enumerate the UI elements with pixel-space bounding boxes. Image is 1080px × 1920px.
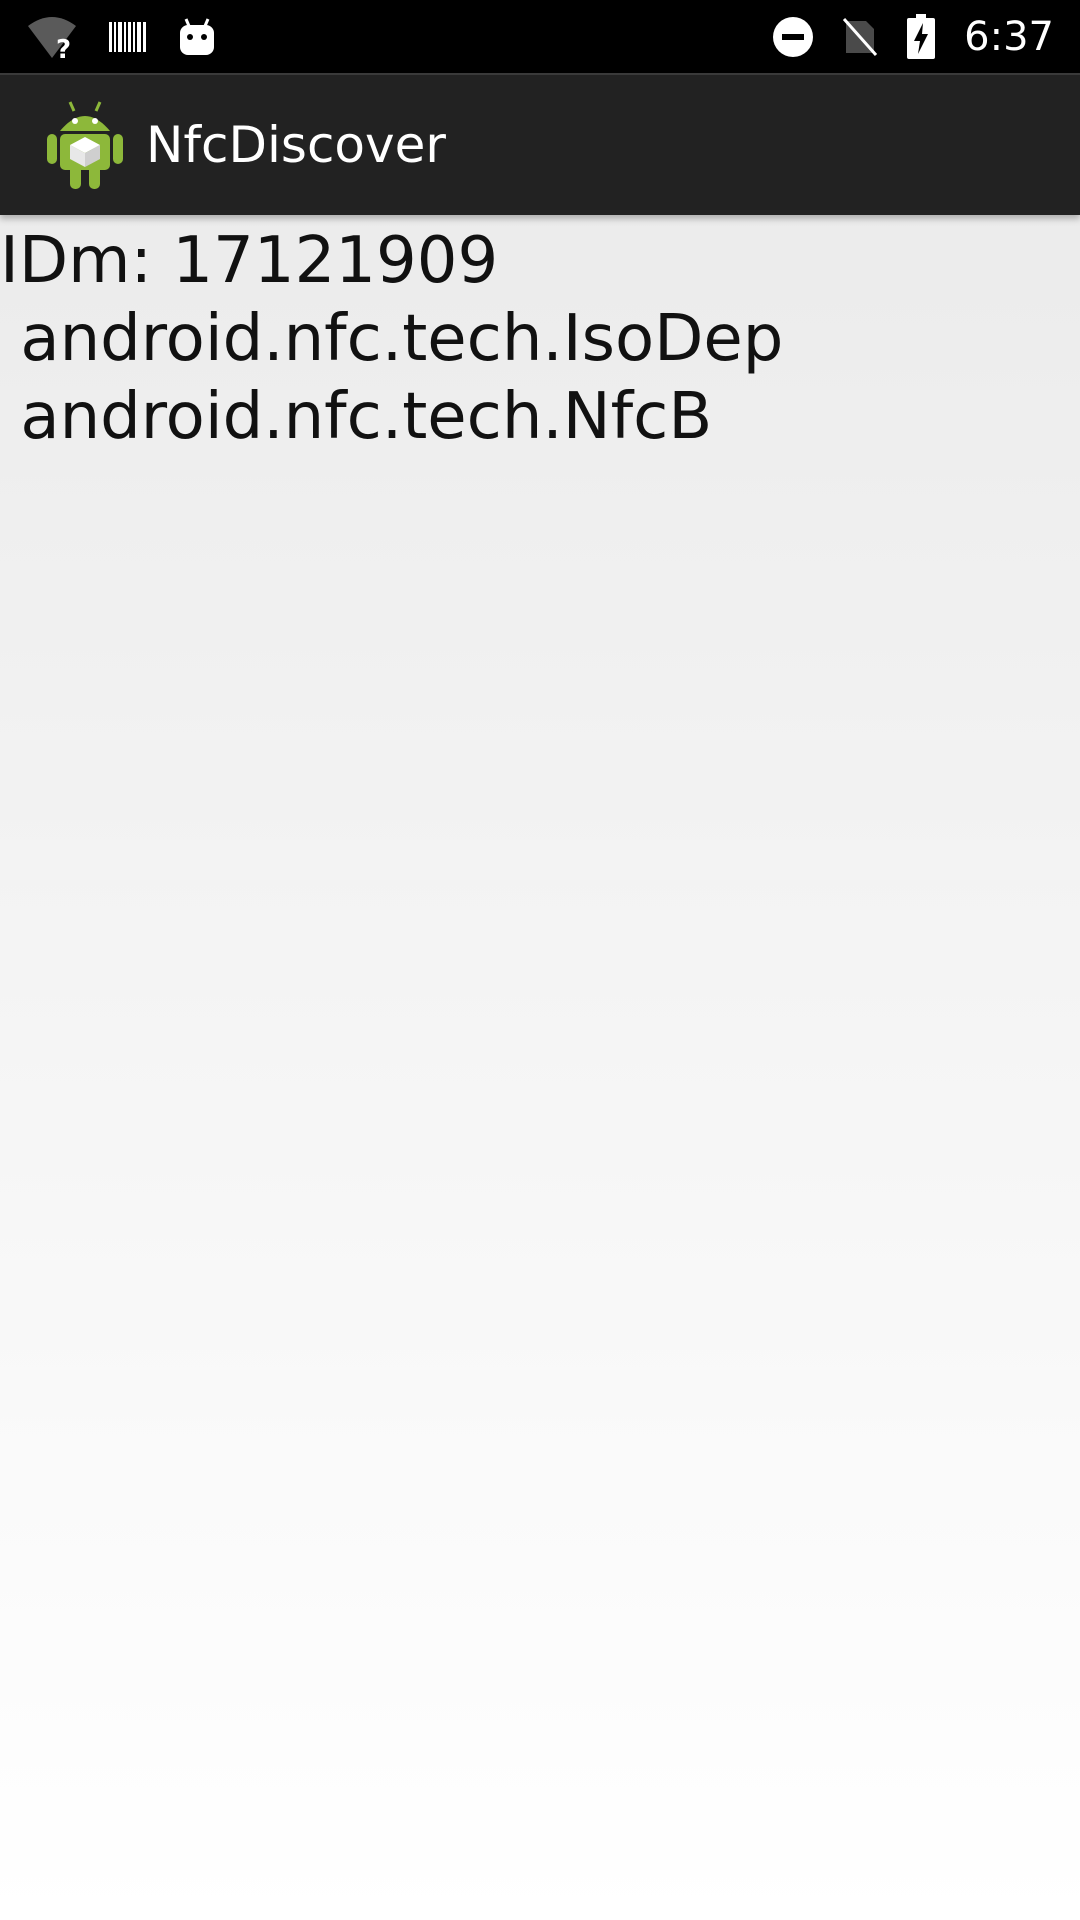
wifi-question-icon: ? <box>28 16 76 60</box>
action-bar: NfcDiscover <box>0 73 1080 215</box>
battery-charging-icon <box>907 13 936 59</box>
no-sim-icon <box>843 17 878 56</box>
do-not-disturb-icon <box>773 16 814 57</box>
android-app-icon[interactable] <box>44 99 126 191</box>
app-title: NfcDiscover <box>146 116 446 174</box>
content-area: IDm: 17121909 android.nfc.tech.IsoDep an… <box>0 222 1080 456</box>
status-bar: ? 6:37 <box>0 0 1080 73</box>
status-bar-left: ? <box>26 0 216 73</box>
status-bar-right: 6:37 <box>772 0 1054 73</box>
android-head-icon <box>180 17 214 55</box>
barcode-icon <box>109 21 146 52</box>
status-bar-time: 6:37 <box>964 13 1054 60</box>
idm-line: IDm: 17121909 <box>0 224 499 298</box>
tech-isodep-line: android.nfc.tech.IsoDep <box>0 302 784 376</box>
screen: ? 6:37 NfcDiscover IDm: 17121909 android… <box>0 0 1080 1920</box>
tech-nfcb-line: android.nfc.tech.NfcB <box>0 380 713 454</box>
svg-text:?: ? <box>56 35 71 60</box>
